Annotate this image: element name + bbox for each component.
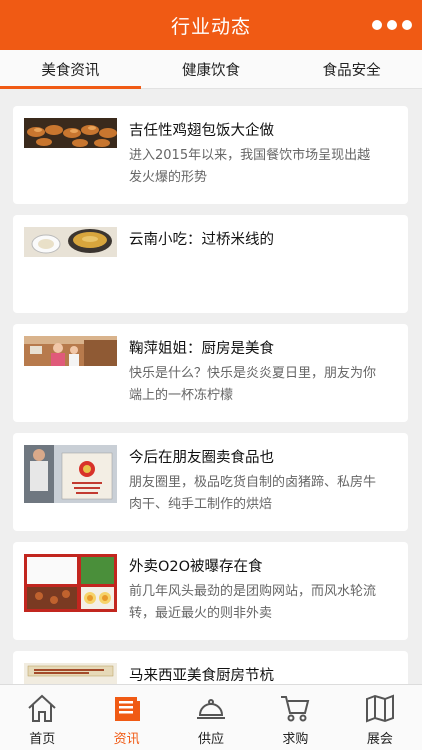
- nav-supply-label: 供应: [198, 732, 225, 747]
- tab-food-safety[interactable]: 食品安全: [281, 50, 422, 88]
- article-card[interactable]: 鞠萍姐姐：厨房是美食 快乐是什么？快乐是炎炎夏日里，朋友为你端上的一杯冻柠檬: [13, 324, 408, 422]
- nav-news[interactable]: 资讯: [84, 685, 168, 750]
- article-thumbnail: [24, 663, 117, 684]
- nav-exhibition-label: 展会: [366, 732, 393, 747]
- article-card[interactable]: 今后在朋友圈卖食品也 朋友圈里，极品吃货自制的卤猪蹄、私房牛肉干、纯手工制作的烘…: [13, 433, 408, 531]
- article-card[interactable]: 马来西亚美食厨房节杭: [13, 651, 408, 684]
- more-menu-icon[interactable]: [372, 14, 412, 36]
- article-summary: 快乐是什么？快乐是炎炎夏日里，朋友为你端上的一杯冻柠檬: [129, 366, 377, 403]
- nav-home-label: 首页: [29, 732, 56, 747]
- article-card[interactable]: 云南小吃：过桥米线的: [13, 215, 408, 313]
- article-title: 吉任性鸡翅包饭大企做: [129, 123, 274, 139]
- article-thumbnail: [24, 445, 117, 503]
- cloche-icon: [194, 691, 228, 725]
- article-thumbnail: [24, 554, 117, 612]
- app-header: 行业动态: [0, 0, 422, 50]
- page-title: 行业动态: [170, 15, 251, 38]
- article-title: 鞠萍姐姐：厨房是美食: [129, 341, 274, 357]
- nav-purchase-label: 求购: [282, 732, 309, 747]
- article-summary: 前几年风头最劲的是团购网站，而风水轮流转，最近最火的则非外卖: [129, 584, 377, 621]
- article-title: 今后在朋友圈卖食品也: [129, 450, 274, 466]
- article-thumbnail: [24, 118, 117, 148]
- map-icon: [363, 691, 397, 725]
- article-title: 云南小吃：过桥米线的: [129, 232, 274, 248]
- article-thumbnail: [24, 227, 117, 257]
- nav-purchase[interactable]: 求购: [253, 685, 337, 750]
- news-icon: [110, 691, 144, 725]
- nav-news-label: 资讯: [113, 732, 140, 747]
- article-thumbnail: [24, 336, 117, 366]
- article-title: 马来西亚美食厨房节杭: [129, 668, 274, 684]
- bottom-navigation: 首页 资讯 供应 求购 展会: [0, 684, 422, 750]
- tab-healthy-diet[interactable]: 健康饮食: [141, 50, 282, 88]
- tab-food-news[interactable]: 美食资讯: [0, 50, 141, 89]
- category-tabs: 美食资讯 健康饮食 食品安全: [0, 50, 422, 89]
- home-icon: [25, 691, 59, 725]
- article-summary: 朋友圈里，极品吃货自制的卤猪蹄、私房牛肉干、纯手工制作的烘焙: [129, 475, 377, 512]
- article-card[interactable]: 吉任性鸡翅包饭大企做 进入2015年以来，我国餐饮市场呈现出越发火爆的形势: [13, 106, 408, 204]
- article-summary: 进入2015年以来，我国餐饮市场呈现出越发火爆的形势: [129, 148, 371, 185]
- nav-exhibition[interactable]: 展会: [338, 685, 422, 750]
- article-list: 吉任性鸡翅包饭大企做 进入2015年以来，我国餐饮市场呈现出越发火爆的形势 云南…: [0, 89, 422, 684]
- article-card[interactable]: 外卖O2O被曝存在食 前几年风头最劲的是团购网站，而风水轮流转，最近最火的则非外…: [13, 542, 408, 640]
- article-title: 外卖O2O被曝存在食: [129, 559, 263, 575]
- cart-icon: [278, 691, 312, 725]
- nav-supply[interactable]: 供应: [169, 685, 253, 750]
- nav-home[interactable]: 首页: [0, 685, 84, 750]
